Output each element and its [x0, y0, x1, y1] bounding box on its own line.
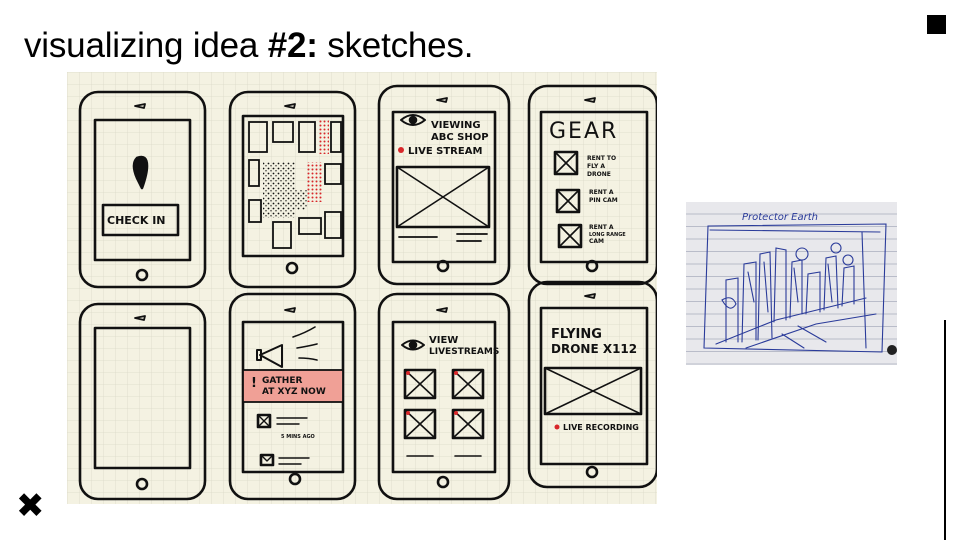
square-icon	[927, 15, 946, 34]
title-bold: #2:	[267, 26, 318, 65]
gather-exclaim: !	[251, 376, 257, 391]
gear-item-2-line2: PIN CAM	[589, 197, 618, 204]
title-prefix: visualizing idea	[24, 26, 268, 65]
title-suffix: sketches.	[317, 26, 474, 65]
gather-banner	[242, 369, 344, 403]
live-recording-label: LIVE RECORDING	[563, 423, 639, 432]
viewing-line1: VIEWING	[431, 120, 481, 131]
live-dot-1	[398, 147, 404, 153]
gear-item-1-line1: RENT TO	[587, 155, 616, 162]
gear-title: GEAR	[549, 119, 618, 144]
viewing-line2: ABC SHOP	[431, 132, 489, 143]
gear-item-3-line3: CAM	[589, 238, 604, 245]
checkin-label: CHECK IN	[107, 214, 166, 227]
wireframe-sketches-image: CHECK IN VIEWING ABC SHOP LIVE STREAM GE…	[67, 72, 657, 504]
close-icon[interactable]: ✖	[16, 489, 45, 523]
flying-line1: FLYING	[551, 327, 602, 342]
gear-item-3-line1: RENT A	[589, 224, 614, 231]
vertical-divider	[944, 320, 946, 540]
gear-item-2-line1: RENT A	[589, 189, 614, 196]
gather-line1: GATHER	[262, 376, 302, 386]
live-dot-2	[554, 424, 560, 430]
view-line2: LIVESTREAMS	[429, 347, 499, 357]
view-line1: VIEW	[429, 335, 458, 346]
gear-item-1-line2: FLY A	[587, 163, 605, 170]
notebook-binding-dot	[887, 345, 897, 355]
photo-title: Protector Earth	[742, 212, 818, 223]
gear-item-1-line3: DRONE	[587, 171, 611, 178]
notebook-sketch-photo: Protector Earth	[686, 202, 897, 365]
small-caption: 5 MINS AGO	[281, 434, 315, 440]
gather-line2: AT XYZ NOW	[262, 387, 326, 397]
livestream-label: LIVE STREAM	[408, 146, 482, 157]
flying-line2: DRONE X112	[551, 342, 637, 356]
slide-title: visualizing idea #2: sketches.	[24, 26, 473, 66]
